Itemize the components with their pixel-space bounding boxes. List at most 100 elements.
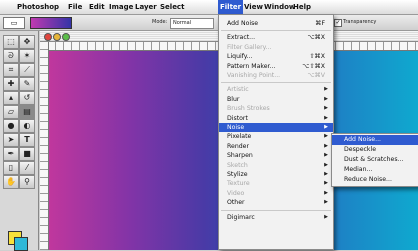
menu-help[interactable]: Help: [293, 0, 311, 14]
menu-image[interactable]: Image: [109, 0, 133, 14]
gradient-picker[interactable]: [30, 17, 72, 29]
menu-bar: Photoshop File Edit Image Layer Select F…: [0, 0, 418, 15]
transparency-checkbox[interactable]: ✓: [334, 19, 342, 27]
filter-menu-item-texture: Texture ▶: [219, 179, 333, 188]
menu-item-shortcut: ⌘F: [315, 20, 325, 27]
filter-menu-item-render[interactable]: Render ▶: [219, 142, 333, 151]
mode-select[interactable]: Normal: [170, 18, 214, 29]
filter-menu-item-sharpen[interactable]: Sharpen ▶: [219, 151, 333, 160]
submenu-arrow-icon: ▶: [324, 105, 328, 112]
noise-submenu-item-add-noise[interactable]: Add Noise...: [332, 135, 418, 145]
submenu-arrow-icon: ▶: [324, 213, 328, 220]
filter-menu-item-pixelate[interactable]: Pixelate ▶: [219, 132, 333, 141]
dodge-icon[interactable]: ◐: [19, 119, 35, 133]
noise-submenu: Add Noise... Despeckle Dust & Scratches...…: [331, 133, 418, 187]
marquee-icon[interactable]: ⬚: [3, 35, 19, 49]
menu-item-label: Distort: [227, 114, 248, 122]
menu-item-label: Sketch: [227, 161, 248, 169]
menu-file[interactable]: File: [68, 0, 82, 14]
stamp-icon[interactable]: ▴: [3, 91, 19, 105]
minimize-window-icon[interactable]: [53, 33, 61, 41]
background-color-swatch[interactable]: [14, 237, 28, 251]
type-icon[interactable]: T: [19, 133, 35, 147]
menu-view[interactable]: View: [244, 0, 263, 14]
menu-item-label: Brush Strokes: [227, 105, 270, 113]
menu-edit[interactable]: Edit: [89, 0, 105, 14]
submenu-arrow-icon: ▶: [324, 86, 328, 93]
healing-icon[interactable]: ✚: [3, 77, 19, 91]
filter-menu-item-add-noise[interactable]: Add Noise ⌘F: [219, 19, 333, 28]
menu-item-label: Stylize: [227, 171, 248, 178]
submenu-item-label: Despeckle: [344, 146, 377, 153]
hand-icon[interactable]: ✋: [3, 175, 19, 189]
noise-submenu-item-median[interactable]: Median...: [332, 165, 418, 175]
menu-item-label: Digimarc: [227, 213, 255, 221]
filter-menu-item-pattern-maker[interactable]: Pattern Maker... ⌥⇧⌘X: [219, 62, 333, 71]
pen-icon[interactable]: ✒: [3, 147, 19, 161]
submenu-arrow-icon: ▶: [324, 199, 328, 206]
eraser-icon[interactable]: ▱: [3, 105, 19, 119]
menu-item-label: Liquify...: [227, 53, 253, 61]
menu-separator: [221, 82, 331, 84]
shape-icon[interactable]: ■: [19, 147, 35, 161]
filter-menu-item-other[interactable]: Other ▶: [219, 198, 333, 207]
zoom-icon[interactable]: ⚲: [19, 175, 35, 189]
menu-item-label: Add Noise: [227, 20, 259, 27]
menu-item-label: Video: [227, 189, 245, 197]
filter-menu-item-noise[interactable]: Noise ▶: [219, 123, 333, 132]
filter-menu-dropdown: Add Noise ⌘F Extract... ⌥⌘X Filter Gallery..…: [218, 14, 334, 250]
filter-menu-item-video: Video ▶: [219, 189, 333, 198]
submenu-item-label: Reduce Noise...: [344, 176, 392, 183]
brush-icon[interactable]: ✎: [19, 77, 35, 91]
path-select-icon[interactable]: ➤: [3, 133, 19, 147]
menu-item-label: Render: [227, 142, 250, 150]
filter-menu-item-extract[interactable]: Extract... ⌥⌘X: [219, 33, 333, 42]
menu-layer[interactable]: Layer: [135, 0, 157, 14]
filter-menu-item-digimarc[interactable]: Digimarc ▶: [219, 213, 333, 222]
menu-photoshop[interactable]: Photoshop: [17, 0, 59, 14]
vertical-ruler[interactable]: [40, 42, 49, 250]
noise-submenu-item-reduce-noise[interactable]: Reduce Noise...: [332, 175, 418, 185]
crop-icon[interactable]: ⌗: [3, 63, 19, 77]
submenu-arrow-icon: ▶: [324, 114, 328, 121]
move-icon[interactable]: ✥: [19, 35, 35, 49]
toolbox: ⬚ ✥ ᘐ ✶ ⌗ ⟋ ✚ ✎ ▴ ↺ ▱ ▤ ● ◐ ➤ T ✒ ■ ▯ ⁄ …: [0, 31, 39, 251]
menu-separator: [221, 30, 331, 32]
menu-item-label: Filter Gallery...: [227, 43, 272, 51]
notes-icon[interactable]: ▯: [3, 161, 19, 175]
menu-filter[interactable]: Filter: [218, 0, 244, 14]
history-brush-icon[interactable]: ↺: [19, 91, 35, 105]
noise-submenu-item-despeckle[interactable]: Despeckle: [332, 145, 418, 155]
filter-menu-item-filter-gallery: Filter Gallery...: [219, 43, 333, 52]
close-window-icon[interactable]: [44, 33, 52, 41]
menu-select[interactable]: Select: [160, 0, 184, 14]
menu-item-shortcut: ⌥⌘V: [307, 72, 325, 79]
menu-window[interactable]: Window: [264, 0, 295, 14]
submenu-arrow-icon: ▶: [324, 142, 328, 149]
blur-icon[interactable]: ●: [3, 119, 19, 133]
submenu-arrow-icon: ▶: [324, 95, 328, 102]
menu-item-label: Artistic: [227, 86, 249, 94]
filter-menu-item-distort[interactable]: Distort ▶: [219, 114, 333, 123]
gradient-icon[interactable]: ▤: [19, 105, 35, 119]
zoom-window-icon[interactable]: [62, 33, 70, 41]
noise-submenu-item-dust-scratches[interactable]: Dust & Scratches...: [332, 155, 418, 165]
transparency-label: Transparency: [343, 19, 377, 25]
lasso-icon[interactable]: ᘐ: [3, 49, 19, 63]
menu-item-label: Pixelate: [227, 133, 252, 141]
menu-item-label: Blur: [227, 95, 240, 103]
menu-item-shortcut: ⇧⌘X: [309, 53, 325, 61]
slice-icon[interactable]: ⟋: [19, 63, 35, 77]
filter-menu-item-brush-strokes: Brush Strokes ▶: [219, 104, 333, 113]
submenu-arrow-icon: ▶: [324, 124, 328, 130]
filter-menu-item-sketch: Sketch ▶: [219, 161, 333, 170]
filter-menu-item-stylize[interactable]: Stylize ▶: [219, 170, 333, 179]
submenu-item-label: Dust & Scratches...: [344, 156, 404, 163]
menu-separator: [221, 209, 331, 211]
filter-menu-item-blur[interactable]: Blur ▶: [219, 95, 333, 104]
filter-menu-item-liquify[interactable]: Liquify... ⇧⌘X: [219, 52, 333, 61]
mode-label: Mode:: [152, 19, 168, 25]
magic-wand-icon[interactable]: ✶: [19, 49, 35, 63]
eyedropper-icon[interactable]: ⁄: [19, 161, 35, 175]
gradient-tool-preset-icon[interactable]: ▭: [3, 17, 25, 29]
